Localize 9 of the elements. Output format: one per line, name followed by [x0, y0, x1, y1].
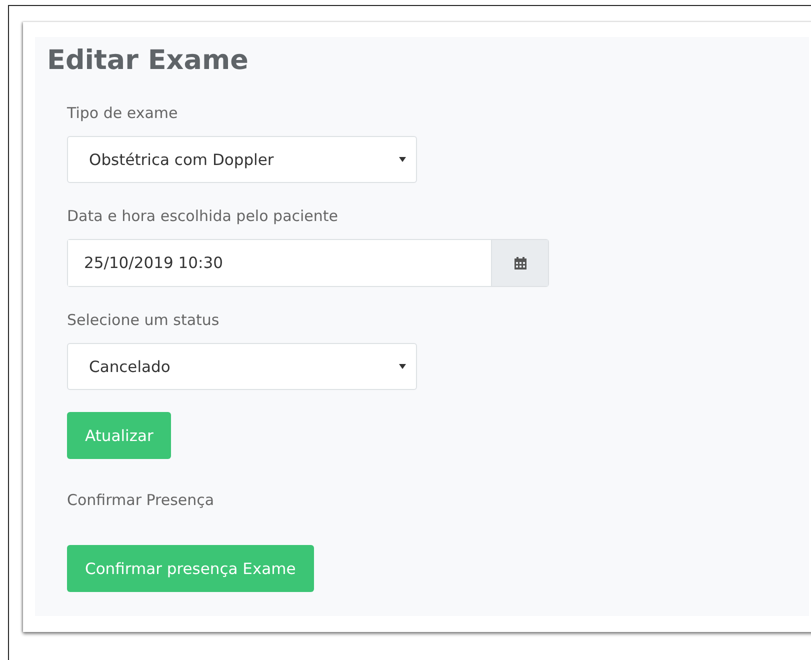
page-title: Editar Exame [47, 45, 248, 76]
caret-icon [399, 157, 406, 162]
field-label: Tipo de exame [67, 104, 179, 122]
select-field[interactable]: Cancelado [67, 343, 417, 390]
field-label: Data e hora escolhida pelo paciente [67, 207, 340, 225]
field-label: Selecione um status [67, 311, 220, 329]
caret-icon [399, 364, 406, 369]
select-field[interactable]: Obstétrica com Doppler [67, 136, 417, 183]
presence-label: Confirmar Presença [67, 491, 214, 509]
